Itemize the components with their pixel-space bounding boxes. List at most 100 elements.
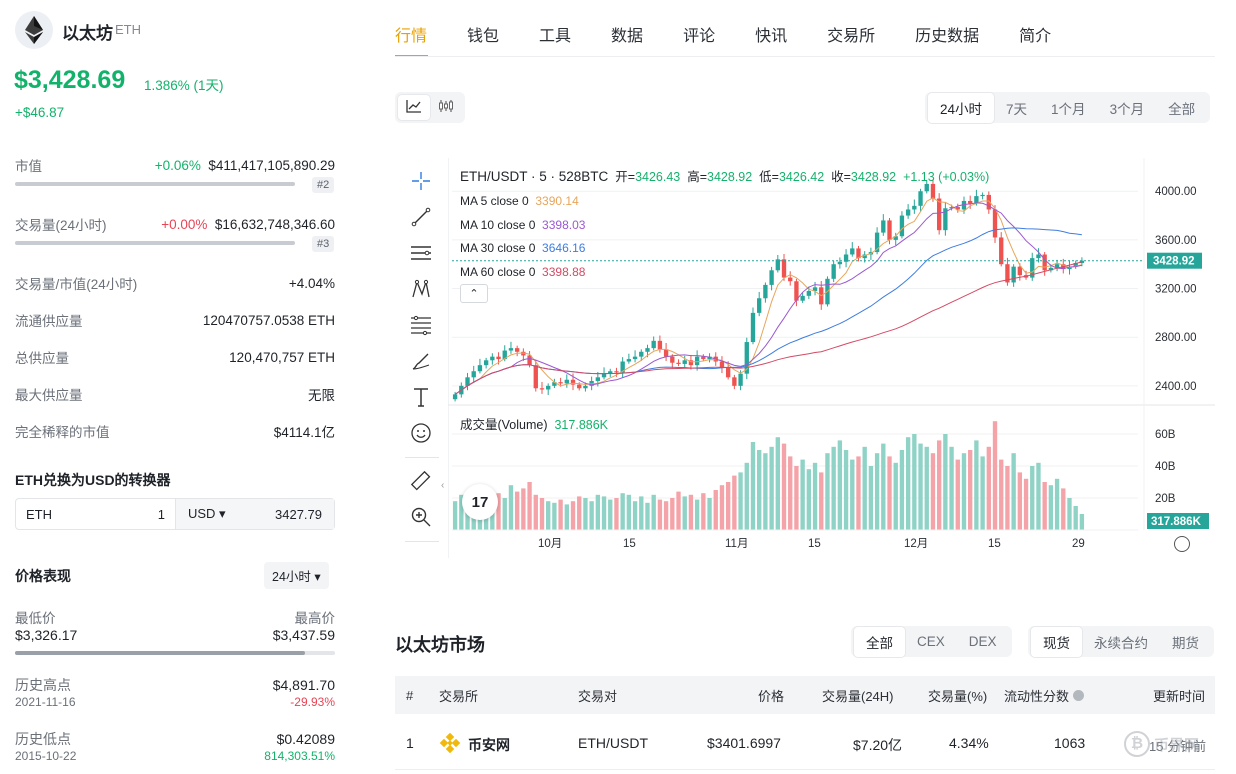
atl-pct: 814,303.51% [264, 749, 335, 763]
ma-label: MA 60 close 0 [460, 264, 536, 279]
volume-bar [1067, 498, 1072, 530]
ma-label: MA 30 close 0 [460, 241, 536, 255]
brush-tool[interactable] [408, 348, 434, 374]
volume-bar [744, 462, 749, 530]
horizontal-lines-tool[interactable] [408, 240, 434, 266]
candle [583, 385, 588, 389]
to-currency-select[interactable]: USD ▾ [188, 506, 226, 522]
tab-comments[interactable]: 评论 [683, 22, 715, 46]
candle [471, 371, 476, 378]
filter-cex[interactable]: CEX [905, 629, 957, 654]
candle [496, 356, 501, 360]
range-3m[interactable]: 3个月 [1098, 93, 1157, 123]
tab-market[interactable]: 行情 [395, 22, 427, 46]
ma-label: MA 10 close 0 [460, 217, 536, 232]
filter-spot[interactable]: 现货 [1031, 626, 1082, 657]
candle [639, 351, 644, 357]
legend-collapse-button[interactable]: ⌃ [460, 284, 488, 303]
volume-bar [837, 440, 843, 530]
candle [763, 284, 768, 299]
row-liquidity: 1063 [1054, 735, 1086, 751]
converter-to-input[interactable]: USD ▾ 3427.79 [176, 499, 334, 529]
exchange-name[interactable]: 币安网 [468, 735, 510, 755]
nav-divider [395, 56, 1215, 57]
range-1m[interactable]: 1个月 [1039, 93, 1098, 123]
volume-bar [819, 472, 824, 530]
row-price: $3401.6997 [707, 735, 781, 751]
info-icon[interactable] [1072, 689, 1084, 701]
volume-bar [794, 466, 799, 530]
info-row: 最大供应量 无限 [15, 384, 335, 404]
ath-sub-row: 2021-11-16 -29.93% [15, 695, 335, 709]
crosshair-icon [412, 172, 430, 190]
candle [701, 356, 706, 360]
candle [533, 365, 538, 389]
pattern-icon [412, 279, 430, 298]
volume-value-tag-text: 317.886K [1151, 516, 1202, 528]
col-volume[interactable]: 交易量(24H) [822, 686, 894, 705]
volume-bar [930, 453, 936, 530]
info-label: 总供应量 [15, 351, 69, 366]
ma-value: 3390.14 [535, 194, 579, 208]
volume-bar [999, 459, 1004, 530]
text-tool[interactable] [408, 384, 434, 410]
line-chart-button[interactable] [398, 95, 430, 120]
stat-value: $16,632,748,346.60 [214, 216, 335, 232]
stat-value: $411,417,105,890.29 [208, 157, 335, 173]
filter-all[interactable]: 全部 [854, 626, 905, 657]
stat-change: +0.00% [161, 216, 208, 232]
tab-tools[interactable]: 工具 [539, 22, 571, 46]
volume-bar [856, 456, 861, 530]
col-updated[interactable]: 更新时间 [1153, 686, 1205, 705]
candle [614, 371, 619, 373]
tab-intro[interactable]: 简介 [1019, 22, 1051, 46]
col-volume-pct[interactable]: 交易量(%) [928, 686, 987, 705]
volume-bar [527, 482, 532, 530]
tab-wallet[interactable]: 钱包 [467, 22, 499, 46]
converter-from-input[interactable]: ETH 1 [16, 499, 176, 529]
volume-bar [1030, 466, 1035, 530]
candle-chart-button[interactable] [430, 95, 462, 120]
candle [968, 200, 973, 204]
tab-news[interactable]: 快讯 [755, 22, 787, 46]
chart-type-toggle [395, 92, 465, 123]
from-amount: 1 [157, 506, 165, 522]
zoom-tool[interactable] [408, 504, 434, 530]
info-row: 流通供应量 120470757.0538 ETH [15, 310, 335, 330]
range-7d[interactable]: 7天 [994, 93, 1039, 123]
ruler-tool[interactable] [408, 468, 434, 494]
candle [936, 198, 942, 231]
crosshair-tool[interactable] [408, 168, 434, 194]
fib-tool[interactable] [408, 312, 434, 338]
row-pair[interactable]: ETH/USDT [578, 735, 648, 751]
table-row[interactable]: 1 币安网 ETH/USDT $3401.6997 $7.20亿 4.34% 1… [395, 716, 1215, 770]
filter-futures[interactable]: 期货 [1160, 627, 1211, 657]
filter-perp[interactable]: 永续合约 [1082, 627, 1160, 657]
fibonacci-icon [411, 315, 431, 336]
info-label: 最大供应量 [15, 388, 83, 403]
volume-bar [452, 501, 458, 530]
filter-dex[interactable]: DEX [957, 629, 1009, 654]
candle [546, 385, 551, 390]
perf-period-select[interactable]: 24小时 ▾ [264, 562, 329, 589]
candle [601, 373, 607, 378]
emoji-tool[interactable] [408, 420, 434, 446]
tab-data[interactable]: 数据 [611, 22, 643, 46]
brush-icon [412, 353, 430, 370]
candle [912, 205, 917, 210]
info-value: 120470757.0538 ETH [202, 312, 335, 328]
candle [781, 259, 787, 278]
volume-bar [936, 440, 942, 530]
tab-exchanges[interactable]: 交易所 [827, 22, 875, 46]
tab-history[interactable]: 历史数据 [915, 22, 979, 46]
candle [632, 356, 638, 360]
info-label: 完全稀释的市值 [15, 425, 110, 440]
candle [670, 356, 675, 363]
candle [1011, 266, 1016, 283]
chart-settings-icon[interactable] [1174, 536, 1190, 552]
pattern-tool[interactable] [408, 276, 434, 302]
trendline-tool[interactable] [408, 204, 434, 230]
range-24h[interactable]: 24小时 [928, 92, 995, 123]
col-liquidity[interactable]: 流动性分数 [1004, 686, 1084, 705]
range-all[interactable]: 全部 [1156, 93, 1207, 123]
